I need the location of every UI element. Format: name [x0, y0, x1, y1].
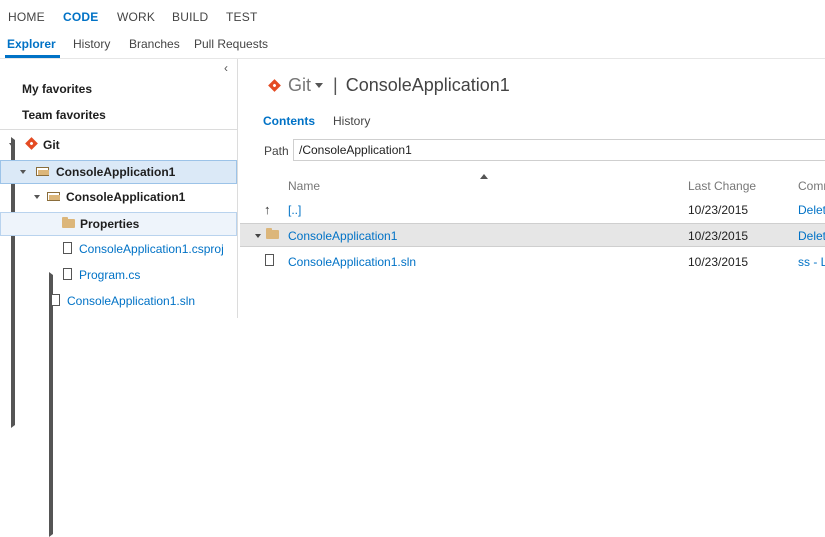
- page-title: Git | ConsoleApplication1: [288, 75, 510, 96]
- tree-item-csproj[interactable]: ConsoleApplication1.csproj: [0, 238, 237, 262]
- file-name-link[interactable]: ConsoleApplication1.sln: [288, 255, 416, 269]
- chevron-down-icon[interactable]: [315, 83, 324, 88]
- file-name-link[interactable]: [..]: [288, 203, 301, 217]
- git-icon: [25, 137, 38, 150]
- nav-code[interactable]: CODE: [63, 10, 98, 24]
- comment-link[interactable]: Delet: [798, 203, 825, 217]
- column-header-comment[interactable]: Comm: [798, 179, 825, 193]
- file-icon: [265, 254, 274, 266]
- nav-test[interactable]: TEST: [226, 10, 257, 24]
- explorer-tree-panel: ‹ My favorites Team favorites Git Consol…: [0, 59, 238, 537]
- tab-history[interactable]: History: [73, 37, 110, 51]
- tree-item-label: Team favorites: [22, 108, 106, 122]
- tab-content-history[interactable]: History: [333, 114, 370, 128]
- file-icon: [51, 294, 60, 306]
- sub-navigation: Explorer History Branches Pull Requests: [0, 34, 825, 59]
- tree-item-repo[interactable]: ConsoleApplication1: [0, 160, 237, 184]
- tree-item-label: Git: [43, 138, 60, 152]
- last-change-date: 10/23/2015: [688, 255, 749, 269]
- tree-item-label: ConsoleApplication1.sln: [67, 294, 196, 308]
- column-header-name[interactable]: Name: [288, 179, 320, 193]
- column-header-last-change[interactable]: Last Change: [688, 179, 756, 193]
- tab-branches[interactable]: Branches: [129, 37, 180, 51]
- git-icon: [268, 79, 281, 92]
- tree-item-label: ConsoleApplication1: [56, 165, 176, 179]
- tree-item-properties[interactable]: Properties: [0, 212, 237, 537]
- path-label: Path: [264, 144, 289, 158]
- nav-work[interactable]: WORK: [117, 10, 155, 24]
- file-icon: [63, 268, 72, 280]
- nav-build[interactable]: BUILD: [172, 10, 208, 24]
- tree-item-git[interactable]: Git: [0, 134, 237, 158]
- last-change-date: 10/23/2015: [688, 203, 749, 217]
- sort-ascending-icon[interactable]: [480, 174, 488, 179]
- tree-item-sln[interactable]: ConsoleApplication1.sln: [0, 290, 237, 314]
- path-input[interactable]: /ConsoleApplication1: [293, 139, 825, 161]
- file-name-link[interactable]: ConsoleApplication1: [288, 229, 397, 243]
- tree-divider: [0, 129, 237, 130]
- content-panel: Git | ConsoleApplication1 Contents History…: [238, 59, 825, 318]
- collapse-arrow-icon[interactable]: [20, 170, 26, 174]
- tab-pull-requests[interactable]: Pull Requests: [194, 37, 268, 51]
- table-row[interactable]: ConsoleApplication1.sln 10/23/2015 ss - …: [260, 250, 825, 274]
- repo-name: ConsoleApplication1: [345, 75, 510, 95]
- tree-item-label: My favorites: [22, 82, 93, 96]
- up-arrow-icon: ↑: [264, 202, 271, 217]
- title-separator: |: [333, 75, 338, 95]
- tree-item-team-favorites[interactable]: Team favorites: [0, 104, 237, 428]
- table-row[interactable]: ↑ [..] 10/23/2015 Delet: [260, 198, 825, 222]
- tree-item-label: ConsoleApplication1: [66, 190, 186, 204]
- nav-home[interactable]: HOME: [8, 10, 45, 24]
- tree-item-label: ConsoleApplication1.csproj: [79, 242, 224, 256]
- tree-item-label: Program.cs: [79, 268, 141, 282]
- collapse-arrow-icon[interactable]: [34, 195, 40, 199]
- folder-icon: [62, 217, 75, 228]
- folder-icon: [266, 228, 279, 239]
- tree-item-label: Properties: [80, 217, 140, 231]
- open-folder-icon: [47, 192, 60, 201]
- active-tab-indicator: [5, 55, 60, 58]
- table-row[interactable]: ConsoleApplication1 10/23/2015 Delet: [240, 223, 825, 247]
- tab-contents[interactable]: Contents: [263, 114, 315, 128]
- collapse-arrow-icon[interactable]: [9, 143, 15, 147]
- collapse-panel-button[interactable]: ‹: [224, 61, 228, 75]
- last-change-date: 10/23/2015: [688, 229, 749, 243]
- tree-item-project-folder[interactable]: ConsoleApplication1: [0, 186, 237, 210]
- tree-item-my-favorites[interactable]: My favorites: [0, 78, 237, 402]
- comment-link[interactable]: Delet: [798, 229, 825, 243]
- open-folder-icon: [36, 167, 49, 176]
- top-navigation: HOME CODE WORK BUILD TEST: [0, 0, 825, 34]
- file-icon: [63, 242, 72, 254]
- tab-explorer[interactable]: Explorer: [7, 37, 56, 51]
- repo-type-dropdown[interactable]: Git: [288, 75, 311, 95]
- row-menu-arrow-icon[interactable]: [255, 234, 261, 238]
- comment-link[interactable]: ss - L: [798, 255, 825, 269]
- tree-item-program[interactable]: Program.cs: [0, 264, 237, 288]
